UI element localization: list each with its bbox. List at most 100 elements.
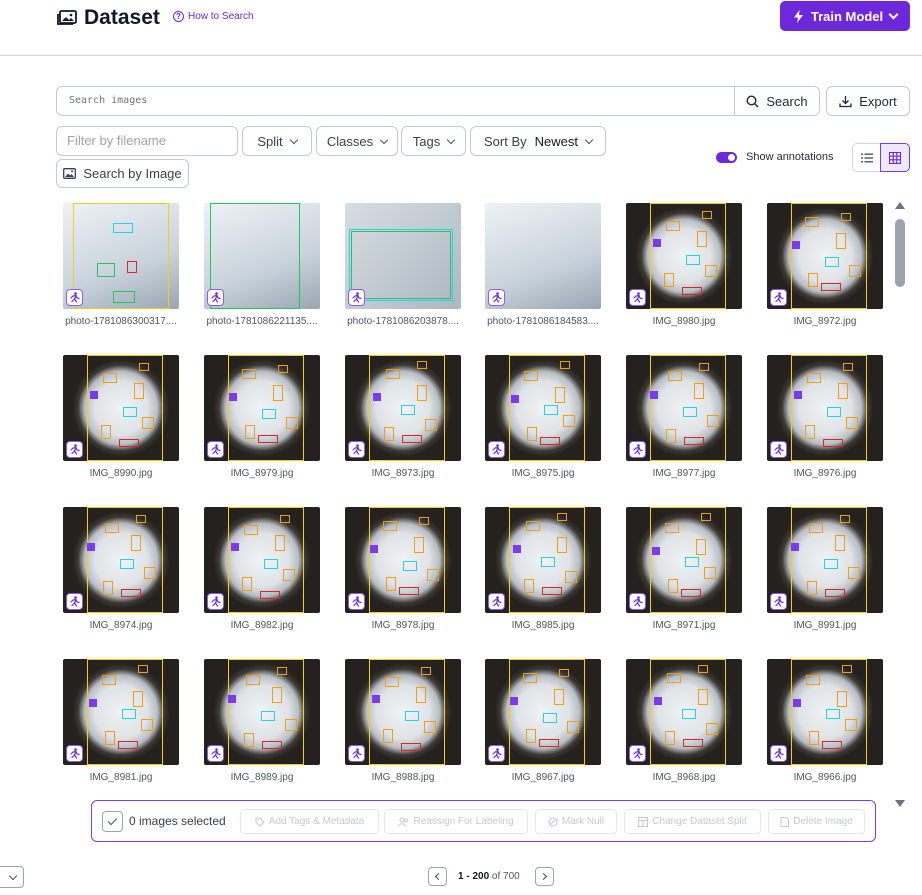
image-thumbnail[interactable] (485, 355, 601, 461)
annotation-box (681, 589, 701, 597)
image-tile[interactable]: photo-1781086221135.... (204, 203, 320, 327)
list-view-button[interactable] (852, 143, 881, 172)
change-split-button[interactable]: Change Dataset Split (624, 809, 761, 834)
show-annotations-label: Show annotations (746, 151, 834, 163)
next-page-button[interactable] (535, 867, 554, 886)
annotation-box (510, 697, 518, 705)
image-tile[interactable]: IMG_8976.jpg (767, 355, 883, 479)
image-thumbnail[interactable] (767, 355, 883, 461)
image-thumbnail[interactable] (63, 355, 179, 461)
split-dropdown[interactable]: Split (242, 126, 312, 156)
annotation-box (794, 391, 802, 399)
add-tags-button[interactable]: Add Tags & Metadata (240, 809, 379, 834)
show-annotations-toggle[interactable] (716, 152, 737, 163)
image-thumbnail[interactable] (626, 203, 742, 309)
annotation-box (417, 385, 427, 401)
image-tile[interactable]: IMG_8974.jpg (63, 507, 179, 631)
image-thumbnail[interactable] (626, 507, 742, 613)
image-tile[interactable]: IMG_8972.jpg (767, 203, 883, 327)
annotation-box (838, 383, 848, 399)
image-tile[interactable]: IMG_8985.jpg (485, 507, 601, 631)
image-tile[interactable]: IMG_8981.jpg (63, 659, 179, 783)
annotation-box (666, 221, 680, 231)
image-tile[interactable]: IMG_8991.jpg (767, 507, 883, 631)
sort-by-dropdown[interactable]: Sort By Newest (470, 126, 606, 156)
image-tile[interactable]: IMG_8966.jpg (767, 659, 883, 783)
image-tile[interactable]: photo-1781086300317.... (63, 203, 179, 327)
export-button[interactable]: Export (826, 86, 910, 116)
image-tile[interactable]: IMG_8973.jpg (345, 355, 461, 479)
scroll-down-arrow[interactable] (895, 800, 905, 807)
image-tile[interactable]: IMG_8982.jpg (204, 507, 320, 631)
image-thumbnail[interactable] (485, 203, 601, 309)
image-thumbnail[interactable] (204, 659, 320, 765)
image-thumbnail[interactable] (204, 355, 320, 461)
reassign-labeling-button[interactable]: Reassign For Labeling (384, 809, 528, 834)
image-tile[interactable]: IMG_8977.jpg (626, 355, 742, 479)
train-model-button[interactable]: Train Model (780, 1, 910, 31)
select-all-checkbox[interactable] (102, 811, 123, 832)
image-thumbnail[interactable] (626, 355, 742, 461)
annotation-box (87, 543, 95, 551)
grid-view-button[interactable] (880, 143, 910, 172)
scrollbar-thumb[interactable] (895, 219, 905, 287)
annotation-box (141, 719, 153, 731)
image-thumbnail[interactable] (204, 203, 320, 309)
image-thumbnail[interactable] (204, 507, 320, 613)
image-thumbnail[interactable] (63, 659, 179, 765)
image-thumbnail[interactable] (345, 659, 461, 765)
keypoint-type-icon (488, 441, 505, 458)
image-thumbnail[interactable] (626, 659, 742, 765)
image-thumbnail[interactable] (63, 203, 179, 309)
image-tile[interactable]: IMG_8975.jpg (485, 355, 601, 479)
selected-count: 0 images selected (129, 814, 226, 828)
image-thumbnail[interactable] (485, 507, 601, 613)
image-thumbnail[interactable] (63, 507, 179, 613)
image-tile[interactable]: IMG_8988.jpg (345, 659, 461, 783)
how-to-search-link[interactable]: ? How to Search (173, 11, 254, 22)
image-thumbnail[interactable] (485, 659, 601, 765)
selection-action-bar: 0 images selected Add Tags & Metadata Re… (91, 800, 876, 842)
image-thumbnail[interactable] (345, 355, 461, 461)
image-tile[interactable]: IMG_8971.jpg (626, 507, 742, 631)
annotation-box (706, 723, 718, 735)
image-tile[interactable]: IMG_8979.jpg (204, 355, 320, 479)
search-button[interactable]: Search (734, 86, 820, 116)
image-tile[interactable]: photo-1781086203878.... (345, 203, 461, 327)
image-filename: IMG_8990.jpg (89, 468, 153, 479)
keypoint-type-icon (207, 745, 224, 762)
annotation-box (369, 507, 445, 613)
annotation-box (427, 569, 439, 581)
prev-page-button[interactable] (428, 867, 447, 886)
image-thumbnail[interactable] (767, 507, 883, 613)
image-thumbnail[interactable] (767, 203, 883, 309)
chevron-down-icon (584, 135, 594, 144)
image-thumbnail[interactable] (345, 203, 461, 309)
page-size-dropdown[interactable] (0, 866, 24, 888)
classes-dropdown[interactable]: Classes (316, 126, 398, 156)
image-tile[interactable]: IMG_8989.jpg (204, 659, 320, 783)
search-by-image-button[interactable]: Search by Image (56, 159, 189, 188)
tags-dropdown[interactable]: Tags (401, 126, 466, 156)
page-range-value: 1 - 200 (458, 871, 490, 882)
search-input[interactable]: Search images (56, 86, 734, 116)
annotation-box (698, 665, 708, 673)
image-tile[interactable]: IMG_8980.jpg (626, 203, 742, 327)
scroll-up-arrow[interactable] (895, 202, 905, 209)
image-tile[interactable]: photo-1781086184583.... (485, 203, 601, 327)
keypoint-type-icon (66, 441, 83, 458)
image-tile[interactable]: IMG_8968.jpg (626, 659, 742, 783)
image-tile[interactable]: IMG_8978.jpg (345, 507, 461, 631)
filename-filter-input[interactable]: Filter by filename (56, 126, 238, 156)
annotation-box (824, 559, 838, 569)
image-tile[interactable]: IMG_8967.jpg (485, 659, 601, 783)
image-filename: IMG_8988.jpg (371, 772, 435, 783)
keypoint-type-icon (348, 441, 365, 458)
image-thumbnail[interactable] (345, 507, 461, 613)
annotation-box (555, 387, 565, 403)
delete-image-button[interactable]: Delete Image (768, 809, 865, 834)
image-tile[interactable]: IMG_8990.jpg (63, 355, 179, 479)
annotation-box (103, 373, 117, 383)
image-thumbnail[interactable] (767, 659, 883, 765)
mark-null-button[interactable]: Mark Null (535, 809, 617, 834)
